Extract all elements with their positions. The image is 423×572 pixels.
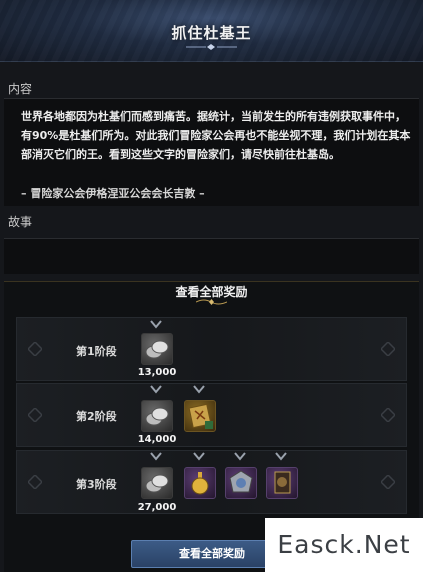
stage-ornament-right-icon <box>381 475 395 489</box>
coin-amount: 14,000 <box>137 434 177 445</box>
watermark-logo: Easck.Net <box>265 518 423 572</box>
stage-label: 第3阶段 <box>76 478 117 491</box>
stage-marker-icon <box>150 452 162 461</box>
treasure-map-icon[interactable] <box>184 400 216 432</box>
stage-ornament-left-icon <box>28 408 42 422</box>
stage-marker-icon <box>193 385 205 394</box>
stage-ornament-left-icon <box>28 475 42 489</box>
coin-stack-icon <box>145 340 169 359</box>
silver-emblem-icon[interactable] <box>225 467 257 499</box>
emblem-badge-icon <box>229 470 253 493</box>
stage-label: 第2阶段 <box>76 410 117 423</box>
silver-coin-icon[interactable] <box>141 467 173 499</box>
card-chest-icon[interactable] <box>266 467 298 499</box>
content-label: 内容 <box>8 82 33 96</box>
coin-stack-icon <box>145 407 169 426</box>
potion-flask-icon <box>191 472 209 495</box>
stage-ornament-left-icon <box>28 342 42 356</box>
story-label: 故事 <box>8 215 33 229</box>
coin-stack-icon <box>145 474 169 493</box>
card-pack-icon <box>274 471 291 494</box>
coin-amount: 13,000 <box>137 367 177 378</box>
stage-marker-icon <box>150 320 162 329</box>
coin-amount: 27,000 <box>137 502 177 513</box>
stage-label: 第1阶段 <box>76 345 117 358</box>
gold-potion-icon[interactable] <box>184 467 216 499</box>
title-ornament-icon <box>186 44 237 50</box>
page-title: 抓住杜基王 <box>171 24 252 42</box>
silver-coin-icon[interactable] <box>141 400 173 432</box>
rewards-ornament-icon <box>196 299 227 305</box>
stage-marker-icon <box>193 452 205 461</box>
stage-marker-icon <box>150 385 162 394</box>
map-scroll-icon <box>188 403 213 429</box>
stage-marker-icon <box>234 452 246 461</box>
reward-stage-1 <box>16 317 407 381</box>
stage-marker-icon <box>275 452 287 461</box>
content-signature: – 冒险家公会伊格涅亚公会会长吉敦 – <box>21 187 205 200</box>
silver-coin-icon[interactable] <box>141 333 173 365</box>
stage-ornament-right-icon <box>381 408 395 422</box>
content-text: 世界各地都因为杜基们而感到痛苦。据统计，当前发生的所有违例获取事件中，有90%是… <box>21 110 411 161</box>
story-panel <box>4 238 419 274</box>
stage-ornament-right-icon <box>381 342 395 356</box>
